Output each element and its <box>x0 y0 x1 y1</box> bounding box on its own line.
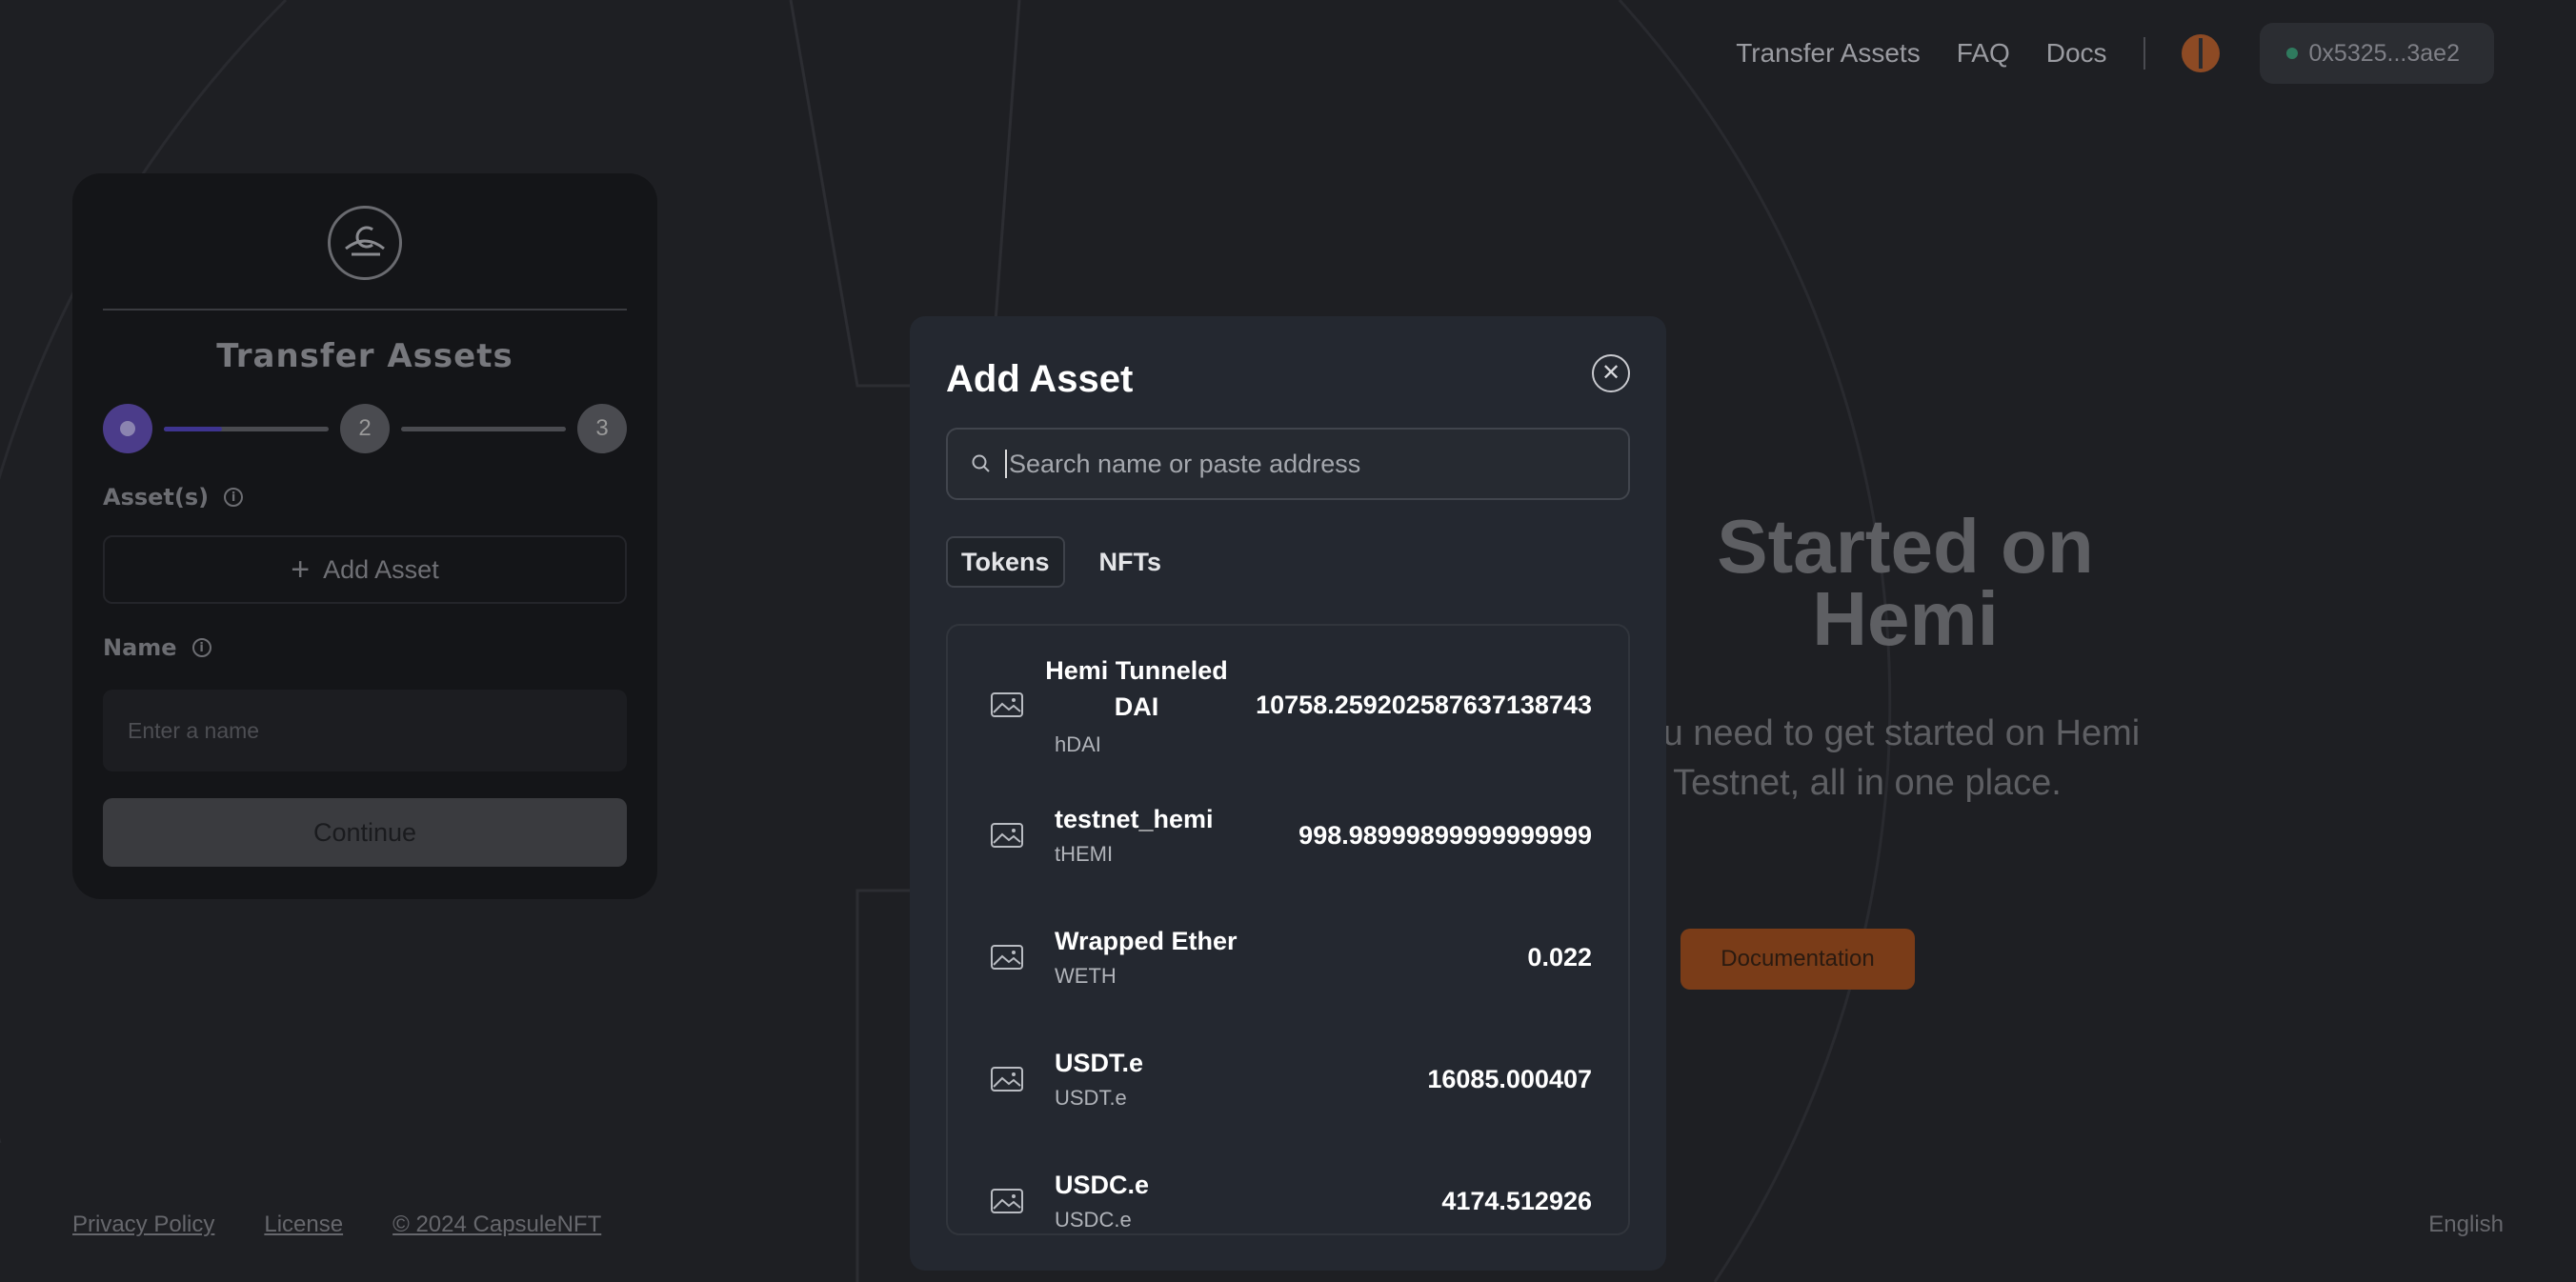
hero-title: Started on Hemi <box>1717 504 2094 661</box>
nav-docs[interactable]: Docs <box>2046 38 2107 69</box>
modal-title: Add Asset <box>946 358 1134 400</box>
continue-button[interactable]: Continue <box>103 798 627 867</box>
plus-icon: + <box>291 551 311 588</box>
step-3: 3 <box>577 404 627 453</box>
step-line <box>401 426 566 431</box>
search-box[interactable] <box>946 428 1630 500</box>
search-input[interactable] <box>1009 449 1605 479</box>
token-info: testnet_hemi tHEMI <box>1055 805 1298 867</box>
assets-label: Asset(s) i <box>103 484 627 511</box>
token-symbol: WETH <box>1055 963 1117 988</box>
token-symbol: USDC.e <box>1055 1207 1132 1232</box>
add-asset-label: Add Asset <box>323 554 439 584</box>
token-row[interactable]: Hemi Tunneled DAI hDAI 10758.25920258763… <box>990 626 1592 774</box>
name-label-text: Name <box>103 634 177 661</box>
hemi-logo-icon[interactable] <box>2181 34 2220 72</box>
token-row[interactable]: USDT.e USDT.e 16085.000407 <box>990 1018 1592 1140</box>
add-asset-button[interactable]: + Add Asset <box>103 535 627 604</box>
token-row[interactable]: Wrapped Ether WETH 0.022 <box>990 896 1592 1018</box>
token-info: Hemi Tunneled DAI hDAI <box>1045 652 1256 757</box>
wallet-address: 0x5325...3ae2 <box>2308 39 2460 67</box>
card-title: Transfer Assets <box>216 337 513 375</box>
connected-status-icon <box>2285 48 2298 59</box>
privacy-policy-link[interactable]: Privacy Policy <box>72 1212 214 1238</box>
image-placeholder-icon <box>991 1189 1023 1213</box>
token-info: USDC.e USDC.e <box>1055 1171 1441 1232</box>
token-balance: 998.98999899999999999 <box>1298 820 1592 850</box>
token-balance: 4174.512926 <box>1441 1186 1592 1215</box>
nav-transfer-assets[interactable]: Transfer Assets <box>1736 38 1920 69</box>
text-cursor <box>1005 450 1007 478</box>
footer-links: Privacy Policy License © 2024 CapsuleNFT <box>72 1212 651 1238</box>
image-placeholder-icon <box>991 692 1023 717</box>
token-info: Wrapped Ether WETH <box>1055 927 1527 989</box>
name-input[interactable]: Enter a name <box>103 690 627 771</box>
license-link[interactable]: License <box>264 1212 343 1238</box>
image-placeholder-icon <box>991 1067 1023 1092</box>
token-balance: 16085.000407 <box>1427 1064 1592 1093</box>
token-name: USDT.e <box>1055 1048 1144 1077</box>
image-placeholder-icon <box>991 945 1023 970</box>
token-balance: 0.022 <box>1527 942 1592 972</box>
token-symbol: USDT.e <box>1055 1085 1127 1110</box>
token-list[interactable]: Hemi Tunneled DAI hDAI 10758.25920258763… <box>946 624 1630 1235</box>
token-name: testnet_hemi <box>1055 804 1214 833</box>
capsule-logo-icon <box>328 206 402 280</box>
token-name: Wrapped Ether <box>1055 926 1238 955</box>
step-progress-line <box>164 426 329 431</box>
token-row[interactable]: USDC.e USDC.e 4174.512926 <box>990 1140 1592 1233</box>
step-2: 2 <box>340 404 390 453</box>
documentation-button[interactable]: Documentation <box>1680 929 1915 990</box>
close-icon[interactable]: ✕ <box>1592 354 1630 392</box>
info-icon[interactable]: i <box>224 488 244 507</box>
token-name: USDC.e <box>1055 1170 1150 1199</box>
name-label: Name i <box>103 634 627 661</box>
card-divider <box>103 309 627 310</box>
top-nav: Transfer Assets FAQ Docs 0x5325...3ae2 <box>1736 23 2494 84</box>
assets-label-text: Asset(s) <box>103 484 210 511</box>
language-selector[interactable]: English <box>2428 1212 2504 1238</box>
search-icon <box>972 454 990 472</box>
nav-divider <box>2143 37 2145 70</box>
step-1 <box>103 404 152 453</box>
asset-tabs: Tokens NFTs <box>946 536 1630 588</box>
image-placeholder-icon <box>991 823 1023 848</box>
wallet-button[interactable]: 0x5325...3ae2 <box>2259 23 2494 84</box>
add-asset-modal: Add Asset ✕ Tokens NFTs Hemi Tunneled DA… <box>910 316 1666 1271</box>
token-balance: 10758.259202587637138743 <box>1256 690 1592 719</box>
info-icon[interactable]: i <box>191 638 211 657</box>
nav-faq[interactable]: FAQ <box>1957 38 2010 69</box>
token-symbol: hDAI <box>1055 732 1101 756</box>
token-info: USDT.e USDT.e <box>1055 1049 1427 1111</box>
copyright-link[interactable]: © 2024 CapsuleNFT <box>392 1212 601 1238</box>
transfer-card: Transfer Assets 2 3 Asset(s) i + Add Ass… <box>72 173 657 899</box>
tab-nfts[interactable]: NFTs <box>1086 536 1176 588</box>
token-symbol: tHEMI <box>1055 841 1114 866</box>
token-name: Hemi Tunneled DAI <box>1045 656 1228 721</box>
token-row[interactable]: testnet_hemi tHEMI 998.98999899999999999 <box>990 774 1592 896</box>
tab-tokens[interactable]: Tokens <box>946 536 1065 588</box>
stepper: 2 3 <box>103 404 627 453</box>
